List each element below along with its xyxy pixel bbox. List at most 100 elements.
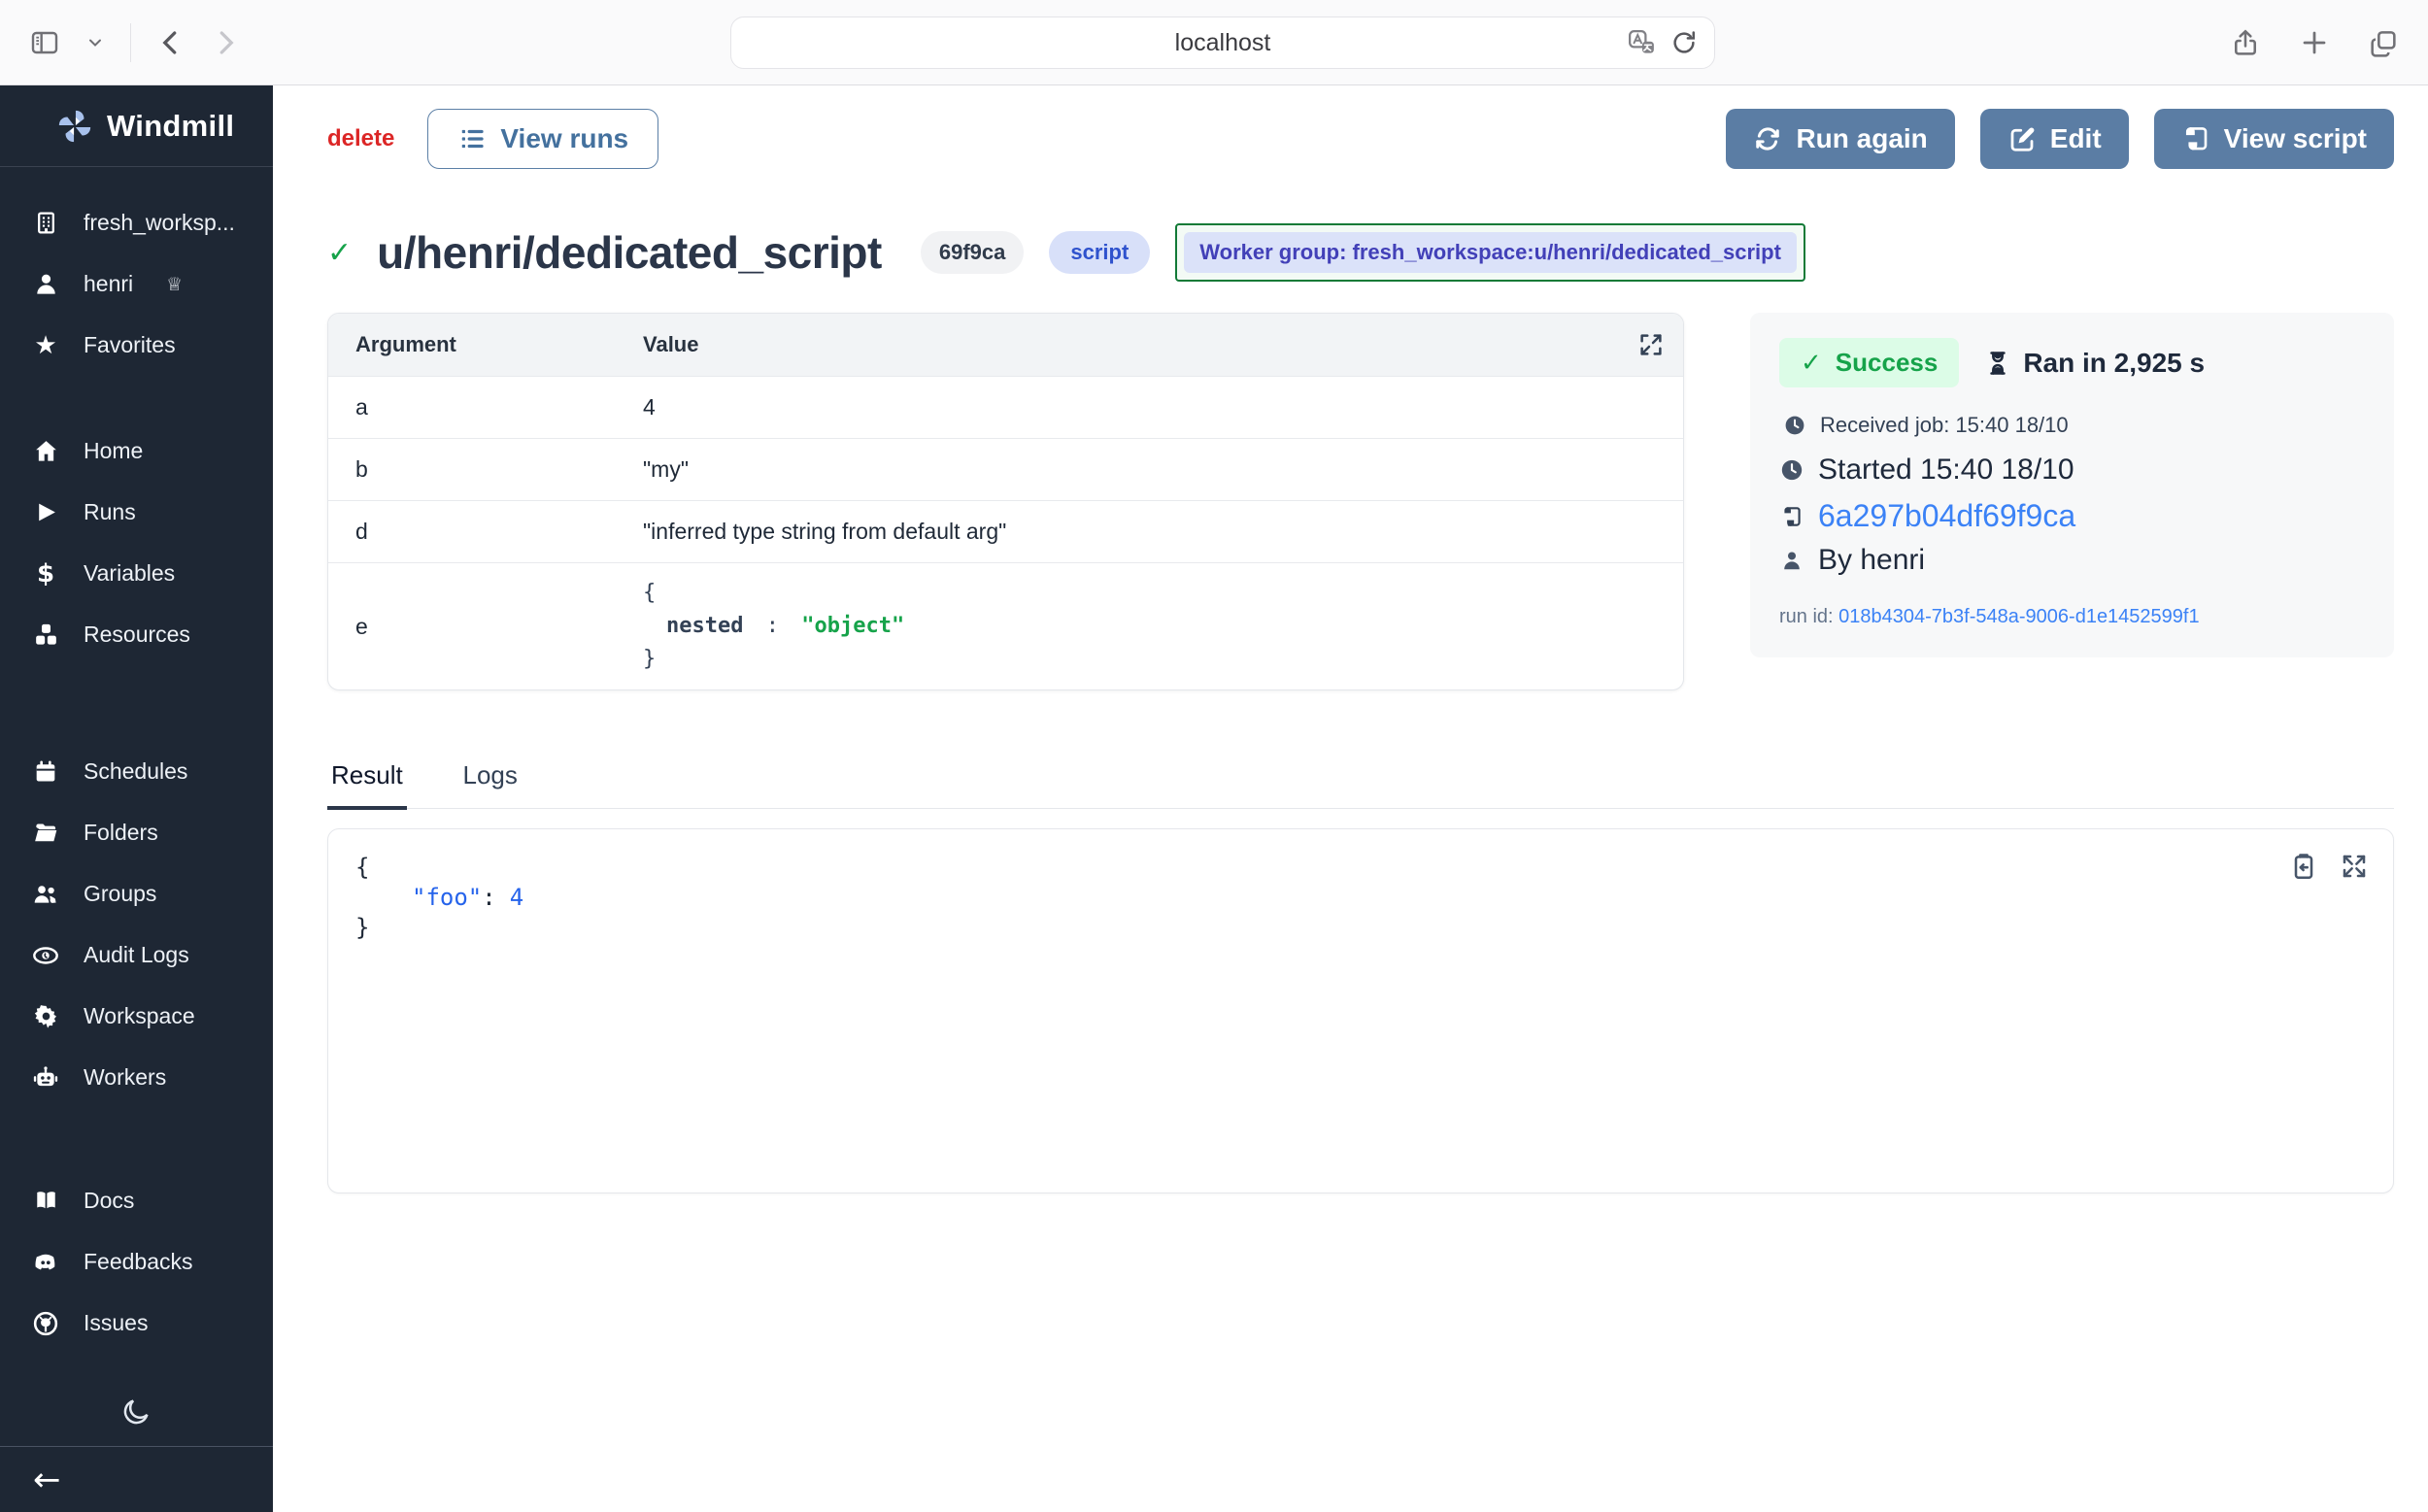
docs-label: Docs <box>84 1188 134 1214</box>
address-bar-url: localhost <box>1175 29 1271 57</box>
version-hash-badge: 69f9ca <box>921 231 1025 274</box>
discord-icon <box>31 1249 60 1276</box>
windmill-logo-label: Windmill <box>107 109 234 144</box>
browser-back-button[interactable] <box>156 28 185 57</box>
json-key: nested <box>666 614 743 638</box>
windmill-logo[interactable]: Windmill <box>0 85 273 167</box>
job-scroll-icon <box>1779 504 1804 529</box>
edit-pencil-icon <box>2007 124 2037 153</box>
reload-icon[interactable] <box>1669 28 1699 57</box>
check-icon: ✓ <box>1801 349 1822 378</box>
browser-sidebar-chevron-button[interactable] <box>85 33 105 52</box>
main-content: delete View runs <box>273 85 2428 1512</box>
triggered-by-label: By henri <box>1818 544 1925 577</box>
view-runs-button[interactable]: View runs <box>427 109 658 169</box>
cubes-icon <box>31 622 60 648</box>
edit-button[interactable]: Edit <box>1980 109 2129 169</box>
run-id-label: run id: <box>1779 606 1834 627</box>
eye-icon <box>31 942 60 969</box>
job-id-link[interactable]: 6a297b04df69f9ca <box>1818 498 2075 534</box>
translate-icon[interactable] <box>1627 28 1656 57</box>
sidebar-item-feedbacks[interactable]: Feedbacks <box>0 1231 273 1293</box>
variables-label: Variables <box>84 560 175 587</box>
user-label: henri <box>84 271 133 297</box>
worker-group-box: Worker group: fresh_workspace:u/henri/de… <box>1175 223 1805 282</box>
argument-value: 4 <box>643 394 1683 420</box>
address-bar[interactable]: localhost <box>730 17 1715 69</box>
run-id-link[interactable]: 018b4304-7b3f-548a-9006-d1e1452599f1 <box>1838 606 2199 627</box>
sidebar-item-schedules[interactable]: Schedules <box>0 741 273 802</box>
table-row: a 4 <box>328 376 1683 438</box>
edit-label: Edit <box>2050 123 2102 154</box>
schedules-label: Schedules <box>84 758 187 785</box>
clock-icon <box>1779 457 1804 483</box>
browser-share-button[interactable] <box>2230 27 2261 58</box>
title-row: ✓ u/henri/dedicated_script 69f9ca script… <box>327 223 2394 282</box>
copy-result-button[interactable] <box>2288 851 2319 882</box>
sidebar-item-docs[interactable]: Docs <box>0 1170 273 1231</box>
user-icon <box>31 271 60 297</box>
sidebar-item-workspace[interactable]: fresh_worksp... <box>0 192 273 253</box>
sidebar-item-user[interactable]: henri ♕ <box>0 253 273 315</box>
expand-table-icon[interactable] <box>1636 330 1666 359</box>
browser-toolbar: localhost <box>0 0 2428 85</box>
toolbar-divider <box>130 23 131 62</box>
sidebar-item-issues[interactable]: Issues <box>0 1293 273 1354</box>
sidebar-item-favorites[interactable]: ★ Favorites <box>0 315 273 376</box>
sidebar-item-groups[interactable]: Groups <box>0 863 273 924</box>
status-badge: ✓ Success <box>1779 338 1959 387</box>
refresh-icon <box>1753 124 1782 153</box>
feedbacks-label: Feedbacks <box>84 1249 193 1275</box>
expand-icon <box>2339 851 2370 882</box>
plus-icon <box>2300 28 2329 57</box>
browser-forward-button[interactable] <box>211 28 240 57</box>
sidebar-item-variables[interactable]: $ Variables <box>0 543 273 604</box>
star-icon: ★ <box>31 333 60 358</box>
sidebar-item-audit-logs[interactable]: Audit Logs <box>0 924 273 986</box>
table-row: e { nested : "object" } <box>328 562 1683 689</box>
status-label: Success <box>1836 348 1939 378</box>
delete-button[interactable]: delete <box>327 125 394 152</box>
collapse-sidebar-arrow-icon[interactable]: ← <box>33 1461 61 1499</box>
worker-group-badge: Worker group: fresh_workspace:u/henri/de… <box>1184 232 1797 273</box>
calendar-icon <box>31 759 60 785</box>
run-again-button[interactable]: Run again <box>1726 109 1954 169</box>
workers-label: Workers <box>84 1064 166 1091</box>
view-script-label: View script <box>2224 123 2367 154</box>
browser-new-tab-button[interactable] <box>2300 28 2329 57</box>
argument-name: e <box>328 614 643 640</box>
gear-icon <box>31 1003 60 1029</box>
sidebar-item-runs[interactable]: Runs <box>0 482 273 543</box>
run-again-label: Run again <box>1796 123 1927 154</box>
json-string-value: "object" <box>801 614 904 638</box>
expand-result-button[interactable] <box>2339 851 2370 882</box>
github-icon <box>31 1310 60 1337</box>
workspace-label: fresh_worksp... <box>84 210 235 236</box>
view-script-button[interactable]: View script <box>2154 109 2394 169</box>
sidebar-item-home[interactable]: Home <box>0 420 273 482</box>
chevron-down-icon <box>85 33 105 52</box>
groups-label: Groups <box>84 881 156 907</box>
windmill-logo-icon <box>56 108 93 145</box>
hourglass-icon <box>1984 350 2011 377</box>
argument-value: "inferred type string from default arg" <box>643 519 1683 545</box>
sidebar-item-workspace-settings[interactable]: Workspace <box>0 986 273 1047</box>
browser-tabs-overview-button[interactable] <box>2368 27 2399 58</box>
dark-mode-toggle[interactable] <box>121 1395 152 1427</box>
script-kind-badge: script <box>1049 231 1150 274</box>
clock-icon <box>1783 414 1806 437</box>
sidebar-item-folders[interactable]: Folders <box>0 802 273 863</box>
argument-name: d <box>328 519 643 545</box>
argument-object-value: { nested : "object" } <box>643 563 1683 689</box>
tab-logs[interactable]: Logs <box>454 760 527 808</box>
browser-sidebar-toggle-button[interactable] <box>29 27 60 58</box>
robot-icon <box>31 1064 60 1092</box>
sidebar-item-workers[interactable]: Workers <box>0 1047 273 1108</box>
share-icon <box>2230 27 2261 58</box>
tab-result[interactable]: Result <box>327 760 407 810</box>
sidebar-item-resources[interactable]: Resources <box>0 604 273 665</box>
dollar-icon: $ <box>31 561 60 587</box>
home-icon <box>31 438 60 464</box>
sidebar: Windmill fresh_worksp... <box>0 85 273 1512</box>
person-icon <box>1779 548 1804 573</box>
